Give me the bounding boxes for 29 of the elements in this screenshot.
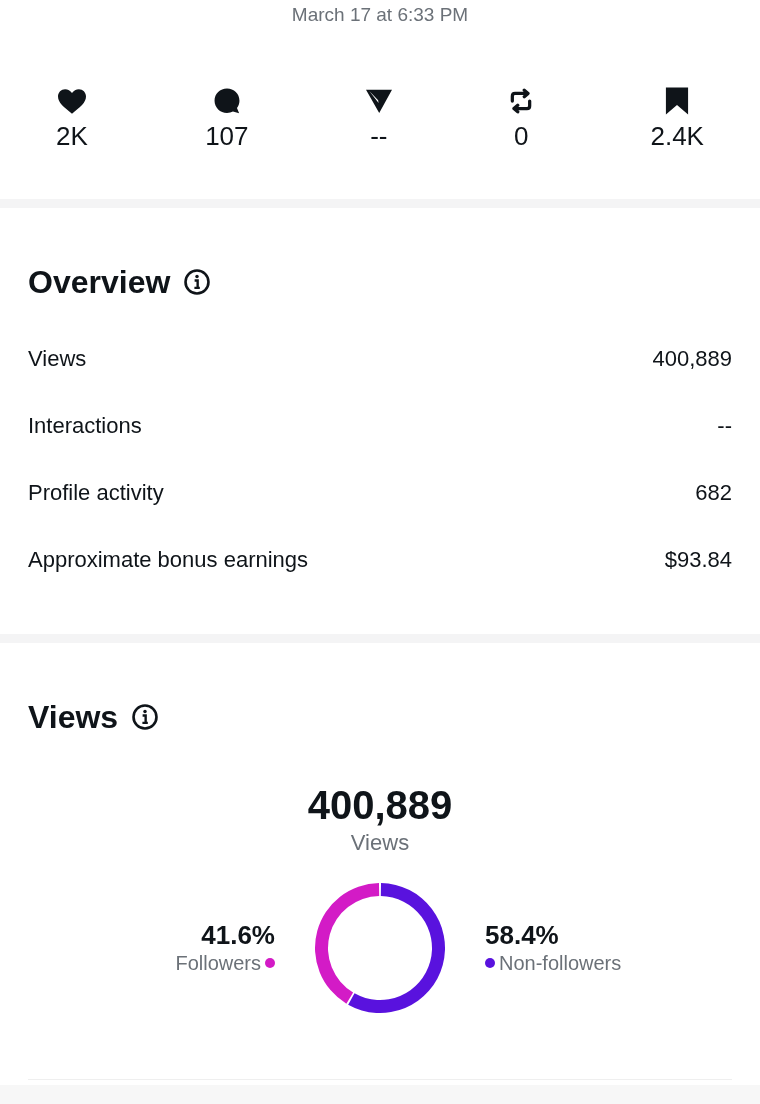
metric-value: 400,889 <box>652 344 732 373</box>
section-title: Views <box>28 698 119 736</box>
metric-label: Profile activity <box>28 478 164 507</box>
stat-count: 2.4K <box>650 121 704 151</box>
section-title: Overview <box>28 263 171 301</box>
metric-value: -- <box>717 411 732 440</box>
percent-value: 58.4% <box>485 920 559 950</box>
metric-value: 682 <box>695 478 732 507</box>
stat-count: 0 <box>513 121 529 151</box>
legend-label: Non-followers <box>499 951 622 976</box>
total-views-value: 400,889 <box>307 782 453 829</box>
stat-count: 2K <box>56 121 88 151</box>
paper-plane-icon <box>365 89 392 113</box>
heart-icon <box>57 88 86 114</box>
info-icon[interactable] <box>184 269 211 295</box>
metric-label: Views <box>28 344 87 373</box>
bookmark-icon <box>665 87 690 115</box>
metric-label: Interactions <box>28 411 142 440</box>
total-views-label: Views <box>350 829 410 857</box>
stat-count: 107 <box>205 121 249 151</box>
info-icon[interactable] <box>132 704 159 730</box>
cycle-arrows-icon <box>509 88 534 114</box>
post-timestamp: March 17 at 6:33 PM <box>291 3 469 27</box>
speech-bubble-icon <box>213 88 240 114</box>
percent-value: 41.6% <box>201 920 275 950</box>
metric-value: $93.84 <box>664 545 732 574</box>
legend-label: Followers <box>175 951 261 976</box>
metric-label: Approximate bonus earnings <box>28 545 309 574</box>
stat-count: -- <box>370 121 388 151</box>
